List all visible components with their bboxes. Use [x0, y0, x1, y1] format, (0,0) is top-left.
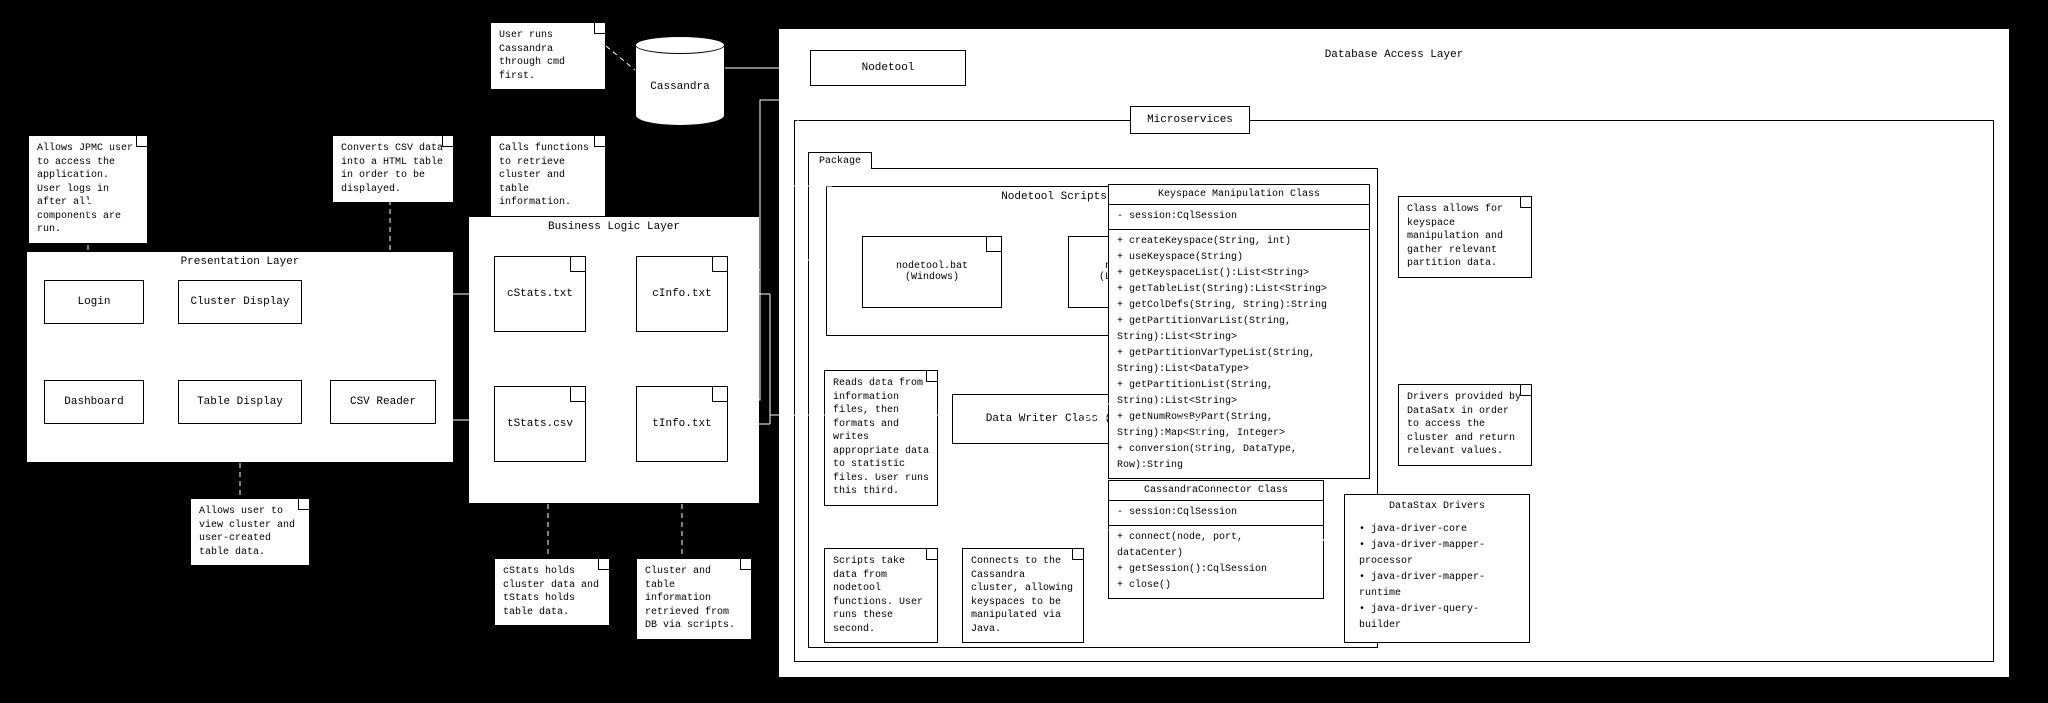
class-connector: CassandraConnector Class - session:CqlSe… [1108, 480, 1324, 599]
note-csv: Converts CSV data into a HTML table in o… [332, 135, 454, 203]
frame-business-title: Business Logic Layer [469, 221, 759, 233]
file-tinfo: tInfo.txt [636, 386, 728, 462]
box-table-display: Table Display [178, 380, 302, 424]
note-cassandra-cmd: User runs Cassandra through cmd first. [490, 22, 606, 90]
box-drivers: DataStax Drivers • java-driver-core • ja… [1344, 494, 1530, 643]
pkg-package-tab: Package [808, 152, 872, 169]
note-connects: Connects to the Cassandra cluster, allow… [962, 548, 1084, 643]
class-keyspace-methods: + createKeyspace(String, int) + useKeysp… [1109, 230, 1369, 478]
db-cassandra: Cassandra [635, 36, 725, 126]
box-drivers-list: • java-driver-core • java-driver-mapper-… [1345, 518, 1529, 642]
class-keyspace-attrs: - session:CqlSession [1109, 205, 1369, 230]
db-cassandra-label: Cassandra [650, 81, 709, 93]
note-keyspace: Class allows for keyspace manipulation a… [1398, 196, 1532, 278]
file-cstats: cStats.txt [494, 256, 586, 332]
box-drivers-title: DataStax Drivers [1345, 495, 1529, 518]
frame-presentation-title: Presentation Layer [27, 256, 453, 268]
file-bat: nodetool.bat (Windows) [862, 236, 1002, 308]
class-keyspace: Keyspace Manipulation Class - session:Cq… [1108, 184, 1370, 479]
class-connector-methods: + connect(node, port, dataCenter) + getS… [1109, 526, 1323, 598]
file-tstats: tStats.csv [494, 386, 586, 462]
class-connector-attrs: - session:CqlSession [1109, 501, 1323, 526]
box-login: Login [44, 280, 144, 324]
file-cinfo: cInfo.txt [636, 256, 728, 332]
box-csv-reader: CSV Reader [330, 380, 436, 424]
box-microservices-label: Microservices [1130, 106, 1250, 134]
box-cluster-display: Cluster Display [178, 280, 302, 324]
note-cstats-tstats: cStats holds cluster data and tStats hol… [494, 558, 610, 626]
class-keyspace-title: Keyspace Manipulation Class [1109, 185, 1369, 205]
note-drivers: Drivers provided by DataSatx in order to… [1398, 384, 1532, 466]
class-connector-title: CassandraConnector Class [1109, 481, 1323, 501]
note-calls-funcs: Calls functions to retrieve cluster and … [490, 135, 606, 217]
note-view-data: Allows user to view cluster and user-cre… [190, 498, 310, 566]
diagram-canvas: Allows JPMC user to access the applicati… [0, 0, 2048, 703]
note-jpmc: Allows JPMC user to access the applicati… [28, 135, 148, 244]
note-scripts-take: Scripts take data from nodetool function… [824, 548, 938, 643]
box-dashboard: Dashboard [44, 380, 144, 424]
note-cluster-table: Cluster and table information retrieved … [636, 558, 752, 640]
box-nodetool: Nodetool [810, 50, 966, 86]
note-reads-data: Reads data from information files, then … [824, 370, 938, 506]
